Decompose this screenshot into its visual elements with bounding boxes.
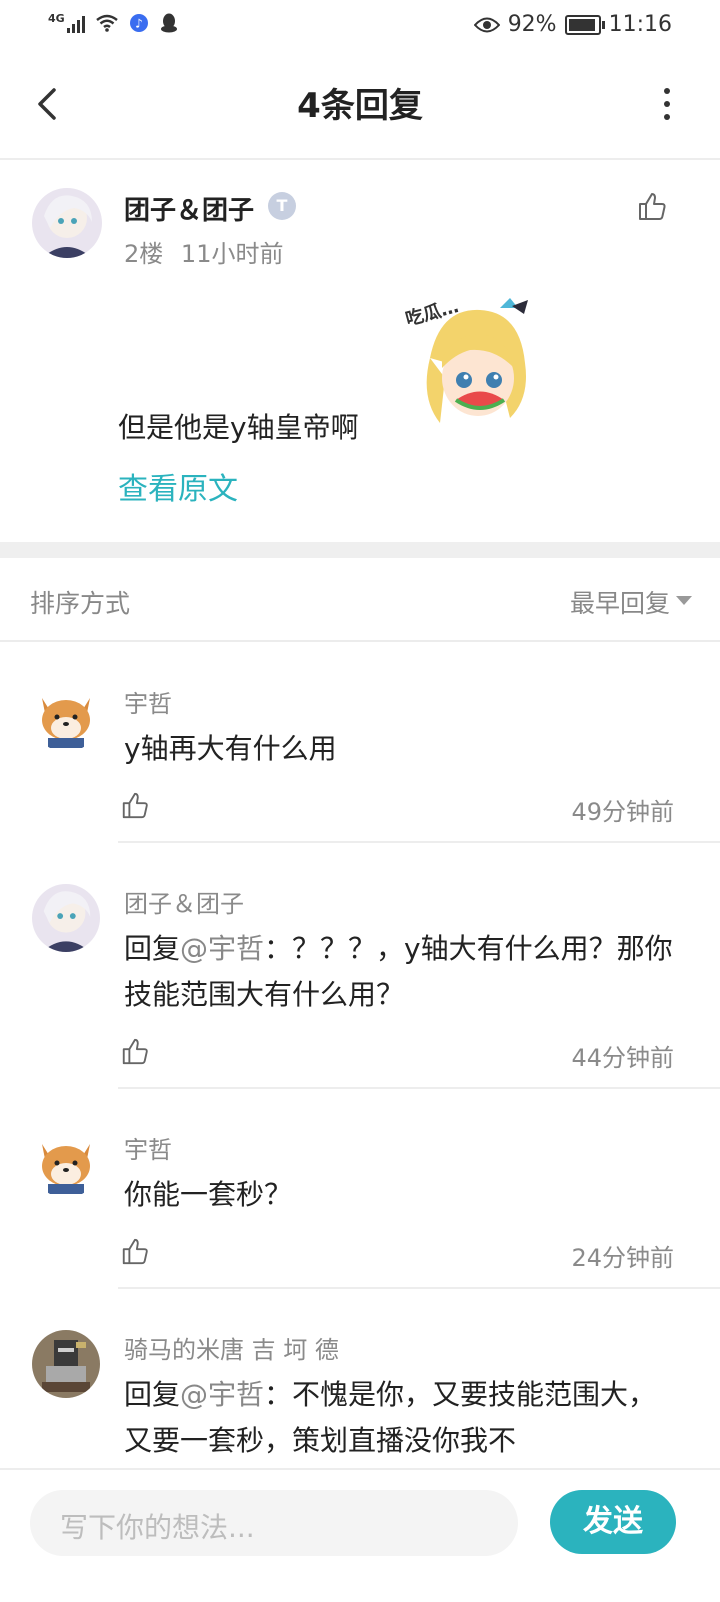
network-type: 4G — [48, 12, 65, 25]
thumbs-up-icon[interactable] — [120, 790, 150, 820]
sort-dropdown[interactable]: 最早回复 — [570, 584, 670, 620]
send-button[interactable]: 发送 — [550, 1490, 676, 1554]
qq-icon — [160, 13, 177, 33]
thumbs-up-icon[interactable] — [120, 1236, 150, 1266]
divider — [118, 841, 720, 843]
mention-link[interactable]: @宇哲 — [180, 1378, 264, 1411]
original-post: 团子＆团子 T 2楼 11小时前 吃瓜… 但是他是y轴皇帝啊 查看原文 — [0, 160, 720, 542]
page-title: 4条回复 — [297, 86, 423, 126]
reply-item: 团子＆团子 回复@宇哲：？？？，y轴大有什么用？那你技能范围大有什么用？ 44分… — [0, 884, 720, 1090]
mention-link[interactable]: @宇哲 — [180, 932, 264, 965]
reply-time: 49分钟前 — [571, 798, 674, 826]
divider — [118, 1087, 720, 1089]
comment-composer: 写下你的想法... 发送 — [0, 1468, 720, 1602]
thumbs-up-icon[interactable] — [636, 190, 668, 222]
thumbs-up-icon[interactable] — [120, 1036, 150, 1066]
reply-item: 骑马的米唐 吉 坷 德 回复@宇哲：不愧是你，又要技能范围大，又要一套秒，策划直… — [0, 1330, 720, 1468]
post-time: 11小时前 — [180, 240, 284, 268]
status-bar: 4G ♪ 92% 11:16 — [0, 0, 720, 50]
chevron-down-icon[interactable] — [676, 596, 692, 605]
reply-content: 回复@宇哲：？？？，y轴大有什么用？那你技能范围大有什么用？ — [124, 926, 684, 1018]
post-content: 但是他是y轴皇帝啊 — [118, 411, 359, 444]
music-app-icon: ♪ — [129, 14, 148, 32]
reply-author[interactable]: 团子＆团子 — [124, 884, 244, 919]
post-meta: 2楼 11小时前 — [124, 234, 283, 269]
reply-author[interactable]: 宇哲 — [124, 684, 172, 719]
level-badge: T — [268, 192, 296, 220]
wifi-icon — [95, 14, 118, 32]
comment-placeholder: 写下你的想法... — [60, 1511, 255, 1544]
battery-icon — [564, 14, 605, 35]
post-author-name[interactable]: 团子＆团子 — [124, 190, 254, 227]
reply-author[interactable]: 宇哲 — [124, 1130, 172, 1165]
floor-number: 2楼 — [124, 240, 164, 268]
reply-author[interactable]: 骑马的米唐 吉 坷 德 — [124, 1330, 339, 1365]
avatar[interactable] — [32, 1330, 100, 1398]
avatar[interactable] — [32, 188, 102, 258]
sticker-image: 吃瓜… — [403, 295, 528, 423]
reply-content: 回复@宇哲：不愧是你，又要技能范围大，又要一套秒，策划直播没你我不 — [124, 1372, 684, 1464]
avatar[interactable] — [32, 684, 100, 752]
avatar[interactable] — [32, 1130, 100, 1198]
reply-time: 24分钟前 — [571, 1244, 674, 1272]
sort-bar: 排序方式 最早回复 — [0, 558, 720, 642]
reply-content: 你能一套秒？ — [124, 1178, 293, 1211]
avatar[interactable] — [32, 884, 100, 952]
top-app-bar: 4条回复 — [0, 50, 720, 160]
battery-percent: 92% — [507, 12, 557, 37]
reply-prefix: 回复 — [124, 932, 181, 965]
divider — [118, 1287, 720, 1289]
eye-icon — [473, 17, 500, 32]
signal-icon: 4G — [48, 12, 85, 33]
section-divider — [0, 542, 720, 558]
reply-prefix: 回复 — [124, 1378, 181, 1411]
reply-item: 宇哲 y轴再大有什么用 49分钟前 — [0, 684, 720, 844]
reply-item: 宇哲 你能一套秒？ 24分钟前 — [0, 1130, 720, 1290]
svg-text:♪: ♪ — [135, 17, 143, 31]
reply-content: y轴再大有什么用 — [124, 732, 337, 765]
reply-time: 44分钟前 — [571, 1044, 674, 1072]
sort-label: 排序方式 — [30, 589, 131, 618]
more-options-icon[interactable] — [662, 88, 672, 120]
clock: 11:16 — [608, 12, 672, 37]
view-original-link[interactable]: 查看原文 — [118, 464, 238, 508]
